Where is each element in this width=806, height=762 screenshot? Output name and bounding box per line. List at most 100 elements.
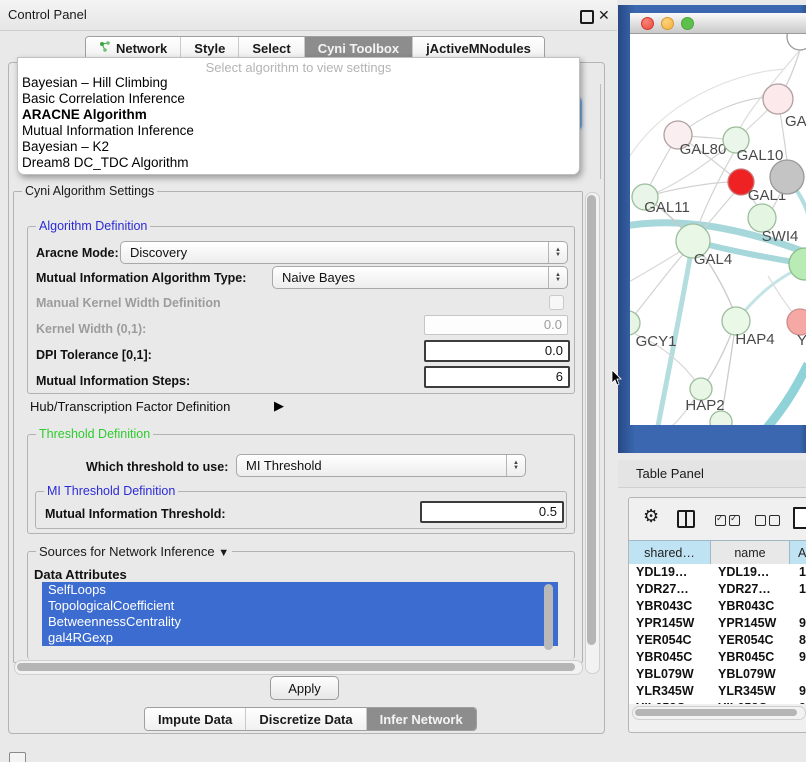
table-row[interactable]: YDL19…YDL19…13 [629, 564, 806, 581]
which-threshold-label: Which threshold to use: [86, 460, 228, 474]
mi-steps-field[interactable]: 6 [424, 366, 570, 388]
table-panel-inner: ⚙ shared… name A YDL19…YDL19…13YDR27…YDR… [628, 497, 806, 733]
tab-jactivemnodules[interactable]: jActiveMNodules [413, 37, 544, 59]
table-row[interactable]: YLR345WYLR345W9. [629, 683, 806, 700]
aracne-mode-value: Discovery [121, 245, 548, 260]
control-panel-title: Control Panel [8, 7, 87, 22]
sources-title: Sources for Network Inference [39, 544, 215, 559]
table-panel-titlebar: Table Panel [618, 460, 806, 488]
tab-discretize-data[interactable]: Discretize Data [246, 708, 366, 730]
mi-type-combobox[interactable]: Naive Bayes ▲▼ [272, 266, 568, 289]
mi-type-label: Mutual Information Algorithm Type: [36, 271, 246, 285]
algorithm-option[interactable]: ARACNE Algorithm [18, 107, 579, 123]
network-node-label: GAL [785, 113, 806, 130]
close-icon[interactable]: ✕ [598, 7, 610, 24]
algorithm-list: Bayesian – Hill ClimbingBasic Correlatio… [18, 75, 579, 171]
mi-threshold-label: Mutual Information Threshold: [45, 507, 226, 521]
attribute-item[interactable]: SelfLoops [42, 582, 558, 598]
threshold-definition-title: Threshold Definition [36, 427, 153, 441]
table-body: YDL19…YDL19…13YDR27…YDR27…12YBR043CYBR04… [629, 564, 806, 704]
algorithm-option[interactable]: Mutual Information Inference [18, 123, 579, 139]
settings-hscroll-track[interactable] [14, 660, 583, 675]
tab-infer-network[interactable]: Infer Network [367, 708, 476, 730]
dpi-tolerance-field[interactable]: 0.0 [424, 340, 570, 362]
algorithm-option[interactable]: Bayesian – K2 [18, 139, 579, 155]
algorithm-option[interactable]: Basic Correlation Inference [18, 91, 579, 107]
algorithm-option[interactable]: Bayesian – Hill Climbing [18, 75, 579, 91]
network-node[interactable] [770, 160, 804, 194]
tab-impute-data[interactable]: Impute Data [145, 708, 246, 730]
network-node-label: GCY1 [636, 333, 677, 350]
stepper-icon: ▲▼ [548, 267, 567, 288]
table-panel-title: Table Panel [636, 466, 704, 481]
network-node-gcy1[interactable] [630, 311, 640, 335]
close-traffic-light-icon[interactable] [641, 17, 654, 30]
tab-select[interactable]: Select [239, 37, 304, 59]
table-header: shared… name A [629, 540, 806, 567]
bottom-tabbar: Impute DataDiscretize DataInfer Network [144, 707, 477, 731]
table-hscroll-thumb[interactable] [635, 709, 797, 716]
aracne-mode-combobox[interactable]: Discovery ▲▼ [120, 241, 568, 264]
which-threshold-combobox[interactable]: MI Threshold ▲▼ [236, 454, 526, 477]
tab-cyni-toolbox[interactable]: Cyni Toolbox [305, 37, 413, 59]
network-node-label: GAL80 [680, 141, 727, 158]
settings-vscroll-thumb[interactable] [587, 195, 596, 645]
cyni-settings-title: Cyni Algorithm Settings [22, 184, 157, 198]
algorithm-option[interactable]: Dream8 DC_TDC Algorithm [18, 155, 579, 171]
network-node-label: GAL11 [644, 199, 690, 216]
table-row[interactable]: YER054CYER054C8. [629, 632, 806, 649]
network-node[interactable] [789, 248, 806, 280]
network-canvas[interactable]: GALGAL80GAL10GAL1GAL11SWI4GAL4GCY1HAP4YH… [630, 34, 806, 425]
kernel-width-field[interactable]: 0.0 [424, 315, 568, 335]
settings-vscroll-track[interactable] [585, 192, 600, 674]
deselect-all-icon[interactable] [755, 513, 783, 531]
network-node-label: SWI4 [762, 228, 799, 245]
manual-kernel-checkbox[interactable] [549, 295, 564, 310]
expand-right-icon[interactable]: ▶ [274, 398, 284, 414]
tab-network[interactable]: Network [86, 37, 181, 59]
column-header-shared-name[interactable]: shared… [629, 541, 711, 565]
minimize-traffic-light-icon[interactable] [661, 17, 674, 30]
tab-style[interactable]: Style [181, 37, 239, 59]
table-row[interactable]: YBR045CYBR045C9. [629, 649, 806, 666]
table-row[interactable]: YPR145WYPR145W9. [629, 615, 806, 632]
column-header-name[interactable]: name [711, 541, 790, 565]
zoom-traffic-light-icon[interactable] [681, 17, 694, 30]
float-window-icon[interactable] [580, 10, 594, 24]
select-all-icon[interactable] [715, 513, 743, 531]
network-node-gal[interactable] [763, 84, 793, 114]
table-row[interactable]: YIL052CYIL052C9. [629, 700, 806, 704]
hub-definition-label[interactable]: Hub/Transcription Factor Definition [30, 399, 230, 414]
attribute-item[interactable]: TopologicalCoefficient [42, 598, 558, 614]
apply-button[interactable]: Apply [270, 676, 339, 700]
stepper-icon: ▲▼ [506, 455, 525, 476]
network-node-label: HAP4 [735, 331, 774, 348]
aracne-mode-label: Aracne Mode: [36, 246, 119, 260]
settings-hscroll-thumb[interactable] [17, 663, 575, 671]
table-row[interactable]: YBR043CYBR043C [629, 598, 806, 615]
columns-icon[interactable] [677, 510, 695, 528]
which-threshold-value: MI Threshold [237, 458, 506, 473]
attribute-item[interactable]: gal4RGexp [42, 630, 558, 646]
expand-down-icon[interactable]: ▼ [218, 547, 229, 559]
control-panel-titlebar: Control Panel ✕ [0, 0, 617, 31]
network-node[interactable] [787, 34, 806, 50]
column-header-partial[interactable]: A [790, 541, 806, 565]
table-hscroll-track[interactable] [632, 706, 806, 720]
hidden-groupbox-border [600, 84, 601, 179]
data-attributes-label: Data Attributes [34, 567, 127, 582]
screenshot-root: Control Panel ✕ NetworkStyleSelectCyni T… [0, 0, 806, 762]
data-attributes-list: SelfLoopsTopologicalCoefficientBetweenne… [42, 582, 558, 654]
function-page-icon[interactable] [793, 507, 806, 529]
attribute-item[interactable]: BetweennessCentrality [42, 614, 558, 630]
stepper-icon: ▲▼ [548, 242, 567, 263]
mi-threshold-field[interactable]: 0.5 [420, 501, 564, 523]
dpi-tolerance-label: DPI Tolerance [0,1]: [36, 348, 152, 362]
attributes-scrollbar[interactable] [544, 584, 553, 650]
network-window: GALGAL80GAL10GAL1GAL11SWI4GAL4GCY1HAP4YH… [630, 13, 806, 425]
gear-icon[interactable]: ⚙ [643, 506, 659, 527]
table-row[interactable]: YBL079WYBL079W [629, 666, 806, 683]
minimized-panel-icon[interactable] [9, 752, 26, 762]
kernel-width-label: Kernel Width (0,1): [36, 322, 146, 336]
table-row[interactable]: YDR27…YDR27…12 [629, 581, 806, 598]
